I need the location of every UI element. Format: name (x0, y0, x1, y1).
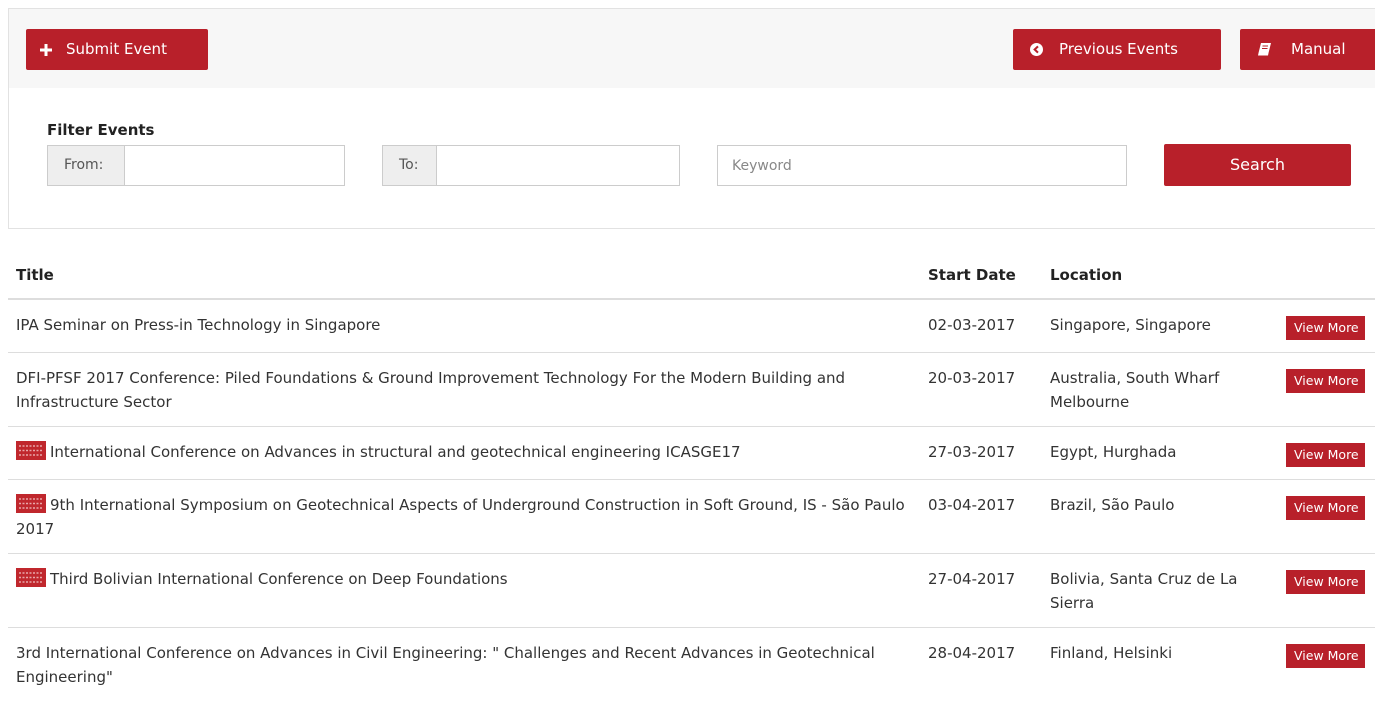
view-more-button[interactable]: View More (1286, 316, 1365, 340)
submit-event-label: Submit Event (66, 29, 167, 70)
event-location: Australia, South Wharf Melbourne (1042, 353, 1278, 427)
column-header-location: Location (1042, 252, 1278, 299)
view-more-button[interactable]: View More (1286, 570, 1365, 594)
column-header-title: Title (8, 252, 920, 299)
events-table: Title Start Date Location IPA Seminar on… (8, 252, 1375, 701)
view-more-button[interactable]: View More (1286, 443, 1365, 467)
table-row: Third Bolivian International Conference … (8, 554, 1375, 628)
view-more-button[interactable]: View More (1286, 496, 1365, 520)
issmge-logo-icon (16, 441, 46, 460)
event-title: 9th International Symposium on Geotechni… (16, 496, 905, 538)
book-icon (1258, 43, 1271, 56)
previous-events-button[interactable]: Previous Events (1013, 29, 1221, 70)
event-action-cell: View More (1278, 353, 1375, 427)
event-title: 3rd International Conference on Advances… (16, 644, 875, 686)
keyword-input[interactable] (717, 145, 1127, 186)
table-row: IPA Seminar on Press-in Technology in Si… (8, 299, 1375, 353)
to-label: To: (382, 145, 436, 186)
event-title: DFI-PFSF 2017 Conference: Piled Foundati… (16, 369, 845, 411)
event-title: International Conference on Advances in … (50, 443, 741, 461)
event-location: Egypt, Hurghada (1042, 427, 1278, 480)
issmge-logo-icon (16, 494, 46, 513)
view-more-button[interactable]: View More (1286, 369, 1365, 393)
event-action-cell: View More (1278, 554, 1375, 628)
manual-label: Manual (1291, 29, 1346, 70)
column-header-actions (1278, 252, 1375, 299)
event-date: 20-03-2017 (920, 353, 1042, 427)
table-header-row: Title Start Date Location (8, 252, 1375, 299)
event-action-cell: View More (1278, 427, 1375, 480)
table-row: DFI-PFSF 2017 Conference: Piled Foundati… (8, 353, 1375, 427)
event-date: 02-03-2017 (920, 299, 1042, 353)
view-more-button[interactable]: View More (1286, 644, 1365, 668)
from-date-group: From: (47, 145, 345, 186)
event-title-cell: Third Bolivian International Conference … (8, 554, 920, 628)
event-title: Third Bolivian International Conference … (50, 570, 508, 588)
event-action-cell: View More (1278, 628, 1375, 701)
column-header-start-date: Start Date (920, 252, 1042, 299)
event-location: Brazil, São Paulo (1042, 480, 1278, 554)
table-row: International Conference on Advances in … (8, 427, 1375, 480)
event-action-cell: View More (1278, 299, 1375, 353)
event-location: Bolivia, Santa Cruz de La Sierra (1042, 554, 1278, 628)
arrow-circle-left-icon (1030, 43, 1043, 56)
table-row: 9th International Symposium on Geotechni… (8, 480, 1375, 554)
event-title: IPA Seminar on Press-in Technology in Si… (16, 316, 380, 334)
event-location: Finland, Helsinki (1042, 628, 1278, 701)
from-date-input[interactable] (124, 145, 345, 186)
to-date-input[interactable] (436, 145, 680, 186)
event-title-cell: 3rd International Conference on Advances… (8, 628, 920, 701)
event-date: 03-04-2017 (920, 480, 1042, 554)
event-location: Singapore, Singapore (1042, 299, 1278, 353)
to-date-group: To: (382, 145, 680, 186)
event-title-cell: International Conference on Advances in … (8, 427, 920, 480)
event-title-cell: IPA Seminar on Press-in Technology in Si… (8, 299, 920, 353)
event-date: 27-03-2017 (920, 427, 1042, 480)
event-date: 28-04-2017 (920, 628, 1042, 701)
plus-icon (40, 44, 52, 56)
event-title-cell: 9th International Symposium on Geotechni… (8, 480, 920, 554)
filter-title: Filter Events (47, 121, 154, 139)
search-button[interactable]: Search (1164, 144, 1351, 186)
manual-button[interactable]: Manual (1240, 29, 1375, 70)
issmge-logo-icon (16, 568, 46, 587)
from-label: From: (47, 145, 124, 186)
event-action-cell: View More (1278, 480, 1375, 554)
event-title-cell: DFI-PFSF 2017 Conference: Piled Foundati… (8, 353, 920, 427)
previous-events-label: Previous Events (1059, 29, 1178, 70)
event-date: 27-04-2017 (920, 554, 1042, 628)
submit-event-button[interactable]: Submit Event (26, 29, 208, 70)
table-row: 3rd International Conference on Advances… (8, 628, 1375, 701)
